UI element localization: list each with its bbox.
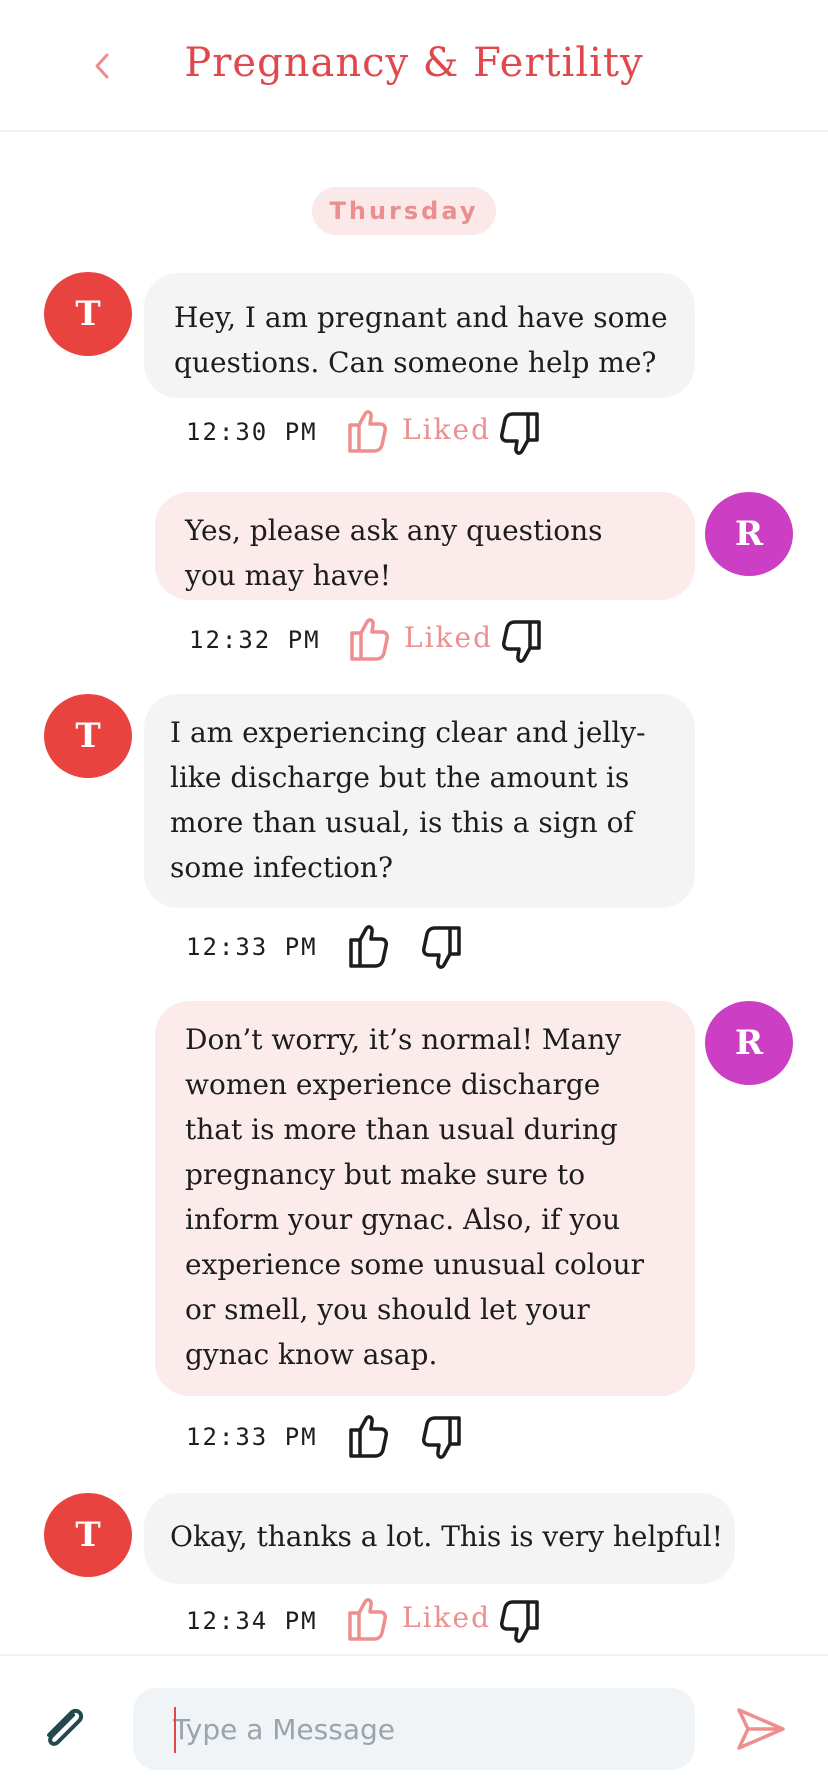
liked-label: Liked xyxy=(402,1601,492,1634)
thumbs-up-icon xyxy=(350,618,389,661)
thumbs-down-icon xyxy=(422,926,461,969)
like-button[interactable] xyxy=(345,409,389,455)
thumbs-up-icon xyxy=(348,410,387,453)
thumbs-up-icon xyxy=(349,1415,388,1458)
thumbs-up-icon xyxy=(348,1598,387,1641)
paperclip-icon xyxy=(47,1708,84,1746)
send-icon xyxy=(737,1708,785,1750)
thumbs-down-icon xyxy=(422,1416,461,1459)
thumbs-down-icon xyxy=(502,620,541,663)
chat-header: Pregnancy & Fertility xyxy=(0,0,828,132)
page-title: Pregnancy & Fertility xyxy=(184,40,644,86)
dislike-button[interactable] xyxy=(420,924,464,970)
message-input[interactable] xyxy=(133,1688,695,1770)
avatar: R xyxy=(705,492,793,576)
liked-label: Liked xyxy=(404,621,494,654)
thumbs-down-icon xyxy=(500,412,539,455)
day-separator: Thursday xyxy=(312,187,496,235)
message-time: 12:33 PM xyxy=(186,1423,318,1451)
outgoing-message-bubble: Yes, please ask any questions you may ha… xyxy=(155,492,695,600)
like-button[interactable] xyxy=(347,617,391,663)
message-time: 12:34 PM xyxy=(186,1607,318,1635)
send-button[interactable] xyxy=(735,1706,787,1752)
avatar: T xyxy=(44,694,132,778)
text-caret xyxy=(174,1707,176,1753)
like-button[interactable] xyxy=(346,1414,390,1460)
avatar: T xyxy=(44,272,132,356)
dislike-button[interactable] xyxy=(498,1598,542,1644)
like-button[interactable] xyxy=(345,1597,389,1643)
like-button[interactable] xyxy=(346,924,390,970)
dislike-button[interactable] xyxy=(500,618,544,664)
outgoing-message-bubble: Don’t worry, it’s normal! Many women exp… xyxy=(155,1001,695,1396)
attach-button[interactable] xyxy=(40,1706,90,1752)
thumbs-up-icon xyxy=(349,925,388,968)
incoming-message-bubble: Hey, I am pregnant and have some questio… xyxy=(144,273,695,398)
message-time: 12:30 PM xyxy=(186,418,318,446)
dislike-button[interactable] xyxy=(498,410,542,456)
thumbs-down-icon xyxy=(500,1600,539,1643)
dislike-button[interactable] xyxy=(420,1414,464,1460)
avatar: T xyxy=(44,1493,132,1577)
message-time: 12:32 PM xyxy=(189,626,321,654)
message-time: 12:33 PM xyxy=(186,933,318,961)
incoming-message-bubble: I am experiencing clear and jelly- like … xyxy=(144,694,695,908)
avatar: R xyxy=(705,1001,793,1085)
incoming-message-bubble: Okay, thanks a lot. This is very helpful… xyxy=(144,1493,735,1584)
liked-label: Liked xyxy=(402,413,492,446)
